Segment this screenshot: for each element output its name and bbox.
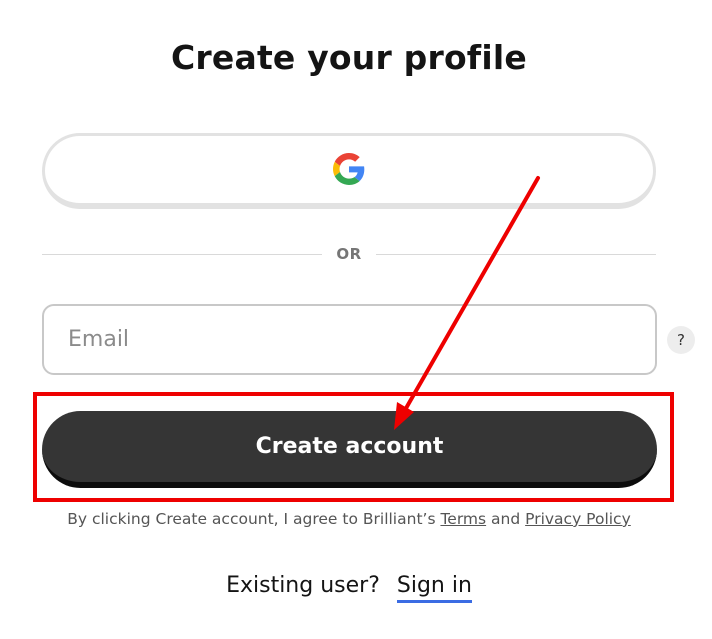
divider-line-right (375, 253, 656, 255)
google-logo-icon (333, 152, 365, 185)
help-icon[interactable]: ? (667, 326, 695, 354)
existing-user-row: Existing user? Sign in (0, 573, 698, 603)
divider-line-left (42, 253, 323, 255)
create-account-button[interactable]: Create account (42, 411, 657, 488)
signup-page: Create your profile OR ? Create account … (0, 0, 712, 639)
or-divider: OR (42, 243, 656, 265)
divider-label: OR (336, 245, 362, 263)
terms-notice: By clicking Create account, I agree to B… (0, 510, 698, 528)
terms-link[interactable]: Terms (440, 510, 486, 528)
email-field[interactable] (42, 304, 657, 375)
privacy-policy-link[interactable]: Privacy Policy (525, 510, 631, 528)
terms-prefix: By clicking Create account, I agree to B… (67, 510, 441, 528)
existing-user-prompt: Existing user? (226, 573, 380, 598)
google-signin-button[interactable] (42, 133, 656, 209)
sign-in-link[interactable]: Sign in (396, 573, 472, 603)
page-title: Create your profile (171, 38, 527, 77)
terms-middle: and (486, 510, 526, 528)
